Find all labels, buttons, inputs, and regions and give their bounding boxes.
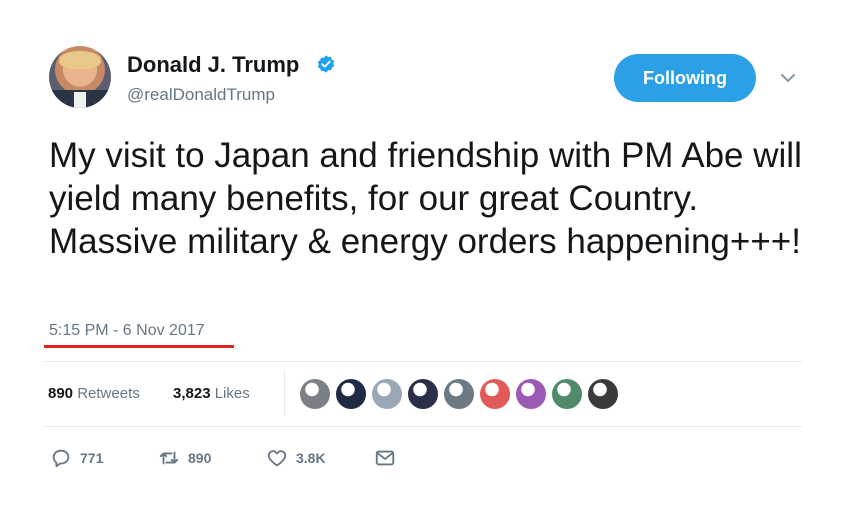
avatar-hair — [59, 51, 101, 69]
reply-button[interactable]: 771 — [50, 446, 103, 470]
like-button[interactable]: 3.8K — [266, 446, 326, 470]
liker-avatar[interactable] — [550, 377, 584, 411]
likes-stat[interactable]: 3,823 Likes — [173, 385, 250, 402]
author-name[interactable]: Donald J. Trump — [127, 52, 299, 78]
tweet-timestamp[interactable]: 5:15 PM - 6 Nov 2017 — [49, 322, 205, 340]
retweet-button[interactable]: 890 — [158, 446, 211, 470]
divider — [44, 426, 802, 427]
retweets-count: 890 — [48, 385, 74, 402]
liker-avatar[interactable] — [586, 377, 620, 411]
liker-avatar[interactable] — [442, 377, 476, 411]
likes-count: 3,823 — [173, 385, 211, 402]
avatar-shirt — [74, 92, 86, 108]
reply-icon — [52, 449, 70, 468]
retweets-stat[interactable]: 890 Retweets — [48, 385, 140, 402]
heart-icon — [267, 450, 287, 467]
like-count: 3.8K — [296, 450, 326, 466]
stats-separator — [284, 371, 285, 416]
envelope-icon — [375, 450, 395, 466]
liker-avatar[interactable] — [334, 377, 368, 411]
retweet-count: 890 — [188, 450, 212, 466]
divider — [44, 361, 802, 362]
avatar[interactable] — [49, 46, 111, 108]
likes-label: Likes — [214, 385, 250, 402]
retweet-icon — [159, 451, 179, 465]
following-button[interactable]: Following — [614, 54, 756, 102]
liker-avatar[interactable] — [370, 377, 404, 411]
tweet-text: My visit to Japan and friendship with PM… — [49, 136, 802, 261]
author-handle[interactable]: @realDonaldTrump — [127, 85, 275, 105]
red-underline — [44, 345, 234, 348]
reply-count: 771 — [80, 450, 104, 466]
liker-avatar[interactable] — [406, 377, 440, 411]
liker-avatar[interactable] — [478, 377, 512, 411]
liker-avatar[interactable] — [514, 377, 548, 411]
tweet-card: Donald J. Trump @realDonaldTrump Followi… — [0, 0, 851, 510]
direct-message-button[interactable] — [374, 446, 396, 470]
verified-badge-icon — [317, 55, 335, 73]
liker-avatar[interactable] — [298, 377, 332, 411]
chevron-down-icon[interactable] — [780, 72, 796, 84]
retweets-label: Retweets — [77, 385, 140, 402]
liker-avatars — [298, 377, 622, 411]
